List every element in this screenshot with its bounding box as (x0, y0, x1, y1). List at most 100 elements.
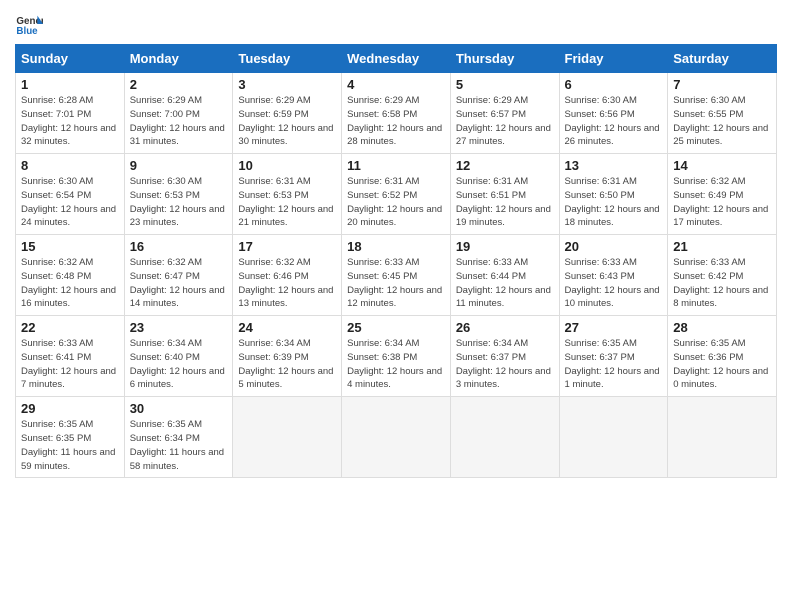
day-number: 11 (347, 158, 445, 173)
calendar-cell (450, 397, 559, 478)
day-number: 28 (673, 320, 771, 335)
day-number: 8 (21, 158, 119, 173)
calendar-cell: 10Sunrise: 6:31 AMSunset: 6:53 PMDayligh… (233, 154, 342, 235)
day-info: Sunrise: 6:29 AMSunset: 6:59 PMDaylight:… (238, 94, 336, 149)
day-number: 25 (347, 320, 445, 335)
calendar-cell: 6 Sunrise: 6:30 AMSunset: 6:56 PMDaylight… (559, 73, 668, 154)
calendar-cell: 9 Sunrise: 6:30 AMSunset: 6:53 PMDaylight… (124, 154, 233, 235)
day-number: 10 (238, 158, 336, 173)
day-info: Sunrise: 6:35 AMSunset: 6:36 PMDaylight:… (673, 337, 771, 392)
col-header-thursday: Thursday (450, 45, 559, 73)
calendar-cell: 17 Sunrise: 6:32 AMSunset: 6:46 PMDayligh… (233, 235, 342, 316)
day-number: 23 (130, 320, 228, 335)
day-number: 30 (130, 401, 228, 416)
calendar-cell: 24Sunrise: 6:34 AMSunset: 6:39 PMDayligh… (233, 316, 342, 397)
col-header-friday: Friday (559, 45, 668, 73)
calendar-cell: 25 Sunrise: 6:34 AMSunset: 6:38 PMDayligh… (342, 316, 451, 397)
calendar-cell: 11Sunrise: 6:31 AMSunset: 6:52 PMDayligh… (342, 154, 451, 235)
day-info: Sunrise: 6:29 AMSunset: 7:00 PMDaylight:… (130, 94, 228, 149)
day-number: 3 (238, 77, 336, 92)
calendar-cell: 14 Sunrise: 6:32 AMSunset: 6:49 PMDayligh… (668, 154, 777, 235)
calendar-cell: 4 Sunrise: 6:29 AMSunset: 6:58 PMDaylight… (342, 73, 451, 154)
col-header-sunday: Sunday (16, 45, 125, 73)
day-info: Sunrise: 6:32 AMSunset: 6:48 PMDaylight:… (21, 256, 119, 311)
day-info: Sunrise: 6:32 AMSunset: 6:49 PMDaylight:… (673, 175, 771, 230)
calendar-cell (342, 397, 451, 478)
day-number: 15 (21, 239, 119, 254)
day-info: Sunrise: 6:30 AMSunset: 6:56 PMDaylight:… (565, 94, 663, 149)
calendar-cell: 26 Sunrise: 6:34 AMSunset: 6:37 PMDayligh… (450, 316, 559, 397)
day-info: Sunrise: 6:33 AMSunset: 6:45 PMDaylight:… (347, 256, 445, 311)
calendar-cell: 3 Sunrise: 6:29 AMSunset: 6:59 PMDaylight… (233, 73, 342, 154)
calendar-cell: 15 Sunrise: 6:32 AMSunset: 6:48 PMDayligh… (16, 235, 125, 316)
day-info: Sunrise: 6:31 AMSunset: 6:51 PMDaylight:… (456, 175, 554, 230)
day-info: Sunrise: 6:29 AMSunset: 6:57 PMDaylight:… (456, 94, 554, 149)
calendar-cell: 12 Sunrise: 6:31 AMSunset: 6:51 PMDayligh… (450, 154, 559, 235)
col-header-wednesday: Wednesday (342, 45, 451, 73)
day-number: 9 (130, 158, 228, 173)
day-info: Sunrise: 6:34 AMSunset: 6:37 PMDaylight:… (456, 337, 554, 392)
calendar-cell: 27 Sunrise: 6:35 AMSunset: 6:37 PMDayligh… (559, 316, 668, 397)
day-number: 7 (673, 77, 771, 92)
day-number: 14 (673, 158, 771, 173)
day-number: 6 (565, 77, 663, 92)
calendar-cell (559, 397, 668, 478)
day-info: Sunrise: 6:28 AMSunset: 7:01 PMDaylight:… (21, 94, 119, 149)
col-header-saturday: Saturday (668, 45, 777, 73)
svg-text:Blue: Blue (16, 26, 38, 37)
day-info: Sunrise: 6:34 AMSunset: 6:38 PMDaylight:… (347, 337, 445, 392)
col-header-tuesday: Tuesday (233, 45, 342, 73)
day-number: 27 (565, 320, 663, 335)
day-number: 17 (238, 239, 336, 254)
calendar-cell: 21Sunrise: 6:33 AMSunset: 6:42 PMDayligh… (668, 235, 777, 316)
day-number: 21 (673, 239, 771, 254)
calendar-cell: 5 Sunrise: 6:29 AMSunset: 6:57 PMDaylight… (450, 73, 559, 154)
day-info: Sunrise: 6:34 AMSunset: 6:40 PMDaylight:… (130, 337, 228, 392)
day-info: Sunrise: 6:30 AMSunset: 6:54 PMDaylight:… (21, 175, 119, 230)
day-number: 2 (130, 77, 228, 92)
calendar-cell: 23 Sunrise: 6:34 AMSunset: 6:40 PMDayligh… (124, 316, 233, 397)
calendar-cell: 13 Sunrise: 6:31 AMSunset: 6:50 PMDayligh… (559, 154, 668, 235)
calendar-cell: 22 Sunrise: 6:33 AMSunset: 6:41 PMDayligh… (16, 316, 125, 397)
calendar-cell (233, 397, 342, 478)
day-number: 22 (21, 320, 119, 335)
calendar-cell: 20 Sunrise: 6:33 AMSunset: 6:43 PMDayligh… (559, 235, 668, 316)
day-number: 13 (565, 158, 663, 173)
day-info: Sunrise: 6:32 AMSunset: 6:46 PMDaylight:… (238, 256, 336, 311)
day-info: Sunrise: 6:35 AMSunset: 6:34 PMDaylight:… (130, 418, 228, 473)
day-info: Sunrise: 6:33 AMSunset: 6:44 PMDaylight:… (456, 256, 554, 311)
day-number: 20 (565, 239, 663, 254)
day-info: Sunrise: 6:30 AMSunset: 6:55 PMDaylight:… (673, 94, 771, 149)
day-number: 16 (130, 239, 228, 254)
day-number: 29 (21, 401, 119, 416)
col-header-monday: Monday (124, 45, 233, 73)
day-info: Sunrise: 6:31 AMSunset: 6:50 PMDaylight:… (565, 175, 663, 230)
day-info: Sunrise: 6:29 AMSunset: 6:58 PMDaylight:… (347, 94, 445, 149)
calendar-cell: 29Sunrise: 6:35 AMSunset: 6:35 PMDayligh… (16, 397, 125, 478)
day-number: 12 (456, 158, 554, 173)
calendar-cell: 28 Sunrise: 6:35 AMSunset: 6:36 PMDayligh… (668, 316, 777, 397)
day-number: 26 (456, 320, 554, 335)
logo: General Blue (15, 10, 47, 38)
day-number: 1 (21, 77, 119, 92)
day-number: 19 (456, 239, 554, 254)
day-number: 18 (347, 239, 445, 254)
logo-icon: General Blue (15, 10, 43, 38)
calendar-cell: 2 Sunrise: 6:29 AMSunset: 7:00 PMDaylight… (124, 73, 233, 154)
day-info: Sunrise: 6:30 AMSunset: 6:53 PMDaylight:… (130, 175, 228, 230)
day-info: Sunrise: 6:35 AMSunset: 6:37 PMDaylight:… (565, 337, 663, 392)
calendar-cell: 7 Sunrise: 6:30 AMSunset: 6:55 PMDaylight… (668, 73, 777, 154)
day-info: Sunrise: 6:34 AMSunset: 6:39 PMDaylight:… (238, 337, 336, 392)
day-info: Sunrise: 6:33 AMSunset: 6:41 PMDaylight:… (21, 337, 119, 392)
day-number: 4 (347, 77, 445, 92)
calendar-cell: 30 Sunrise: 6:35 AMSunset: 6:34 PMDayligh… (124, 397, 233, 478)
calendar-cell: 18 Sunrise: 6:33 AMSunset: 6:45 PMDayligh… (342, 235, 451, 316)
calendar-cell: 8 Sunrise: 6:30 AMSunset: 6:54 PMDaylight… (16, 154, 125, 235)
page-header: General Blue (15, 10, 777, 38)
day-info: Sunrise: 6:32 AMSunset: 6:47 PMDaylight:… (130, 256, 228, 311)
calendar-table: SundayMondayTuesdayWednesdayThursdayFrid… (15, 44, 777, 478)
day-info: Sunrise: 6:33 AMSunset: 6:43 PMDaylight:… (565, 256, 663, 311)
calendar-cell: 1 Sunrise: 6:28 AMSunset: 7:01 PMDaylight… (16, 73, 125, 154)
calendar-cell: 16 Sunrise: 6:32 AMSunset: 6:47 PMDayligh… (124, 235, 233, 316)
day-number: 5 (456, 77, 554, 92)
